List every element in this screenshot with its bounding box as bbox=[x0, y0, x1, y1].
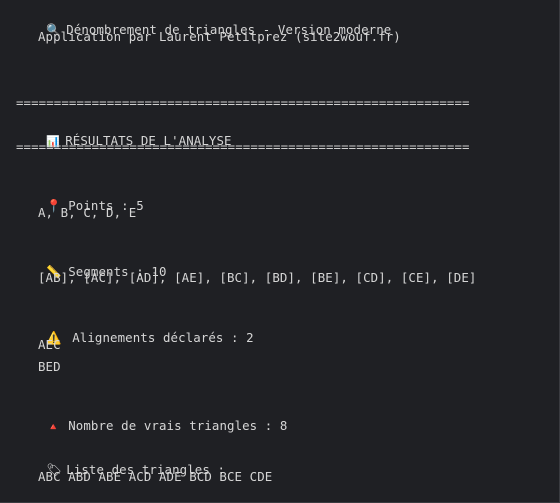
alignments-label: Alignements déclarés : 2 bbox=[72, 330, 254, 345]
red-triangle-icon: 🔺 bbox=[46, 422, 60, 433]
alignment-item: AEC bbox=[38, 337, 61, 352]
console-output: 🔍 Dénombrement de triangles - Version mod… bbox=[0, 0, 560, 503]
triangle-list: ABC ABD ABE ACD ADE BCD BCE CDE bbox=[38, 469, 273, 484]
subtitle-line: Application par Laurent Petitprez (site2… bbox=[38, 29, 401, 44]
segments-values: [AB], [AC], [AD], [AE], [BC], [BD], [BE]… bbox=[38, 270, 477, 285]
points-values: A, B, C, D, E bbox=[38, 205, 137, 220]
alignment-item: BED bbox=[38, 359, 61, 374]
triangle-count-label: Nombre de vrais triangles : 8 bbox=[68, 418, 288, 433]
triangle-count-line: 🔺 Nombre de vrais triangles : 8 bbox=[16, 402, 287, 452]
separator-top: ========================================… bbox=[16, 95, 470, 110]
separator-bottom: ========================================… bbox=[16, 139, 470, 154]
